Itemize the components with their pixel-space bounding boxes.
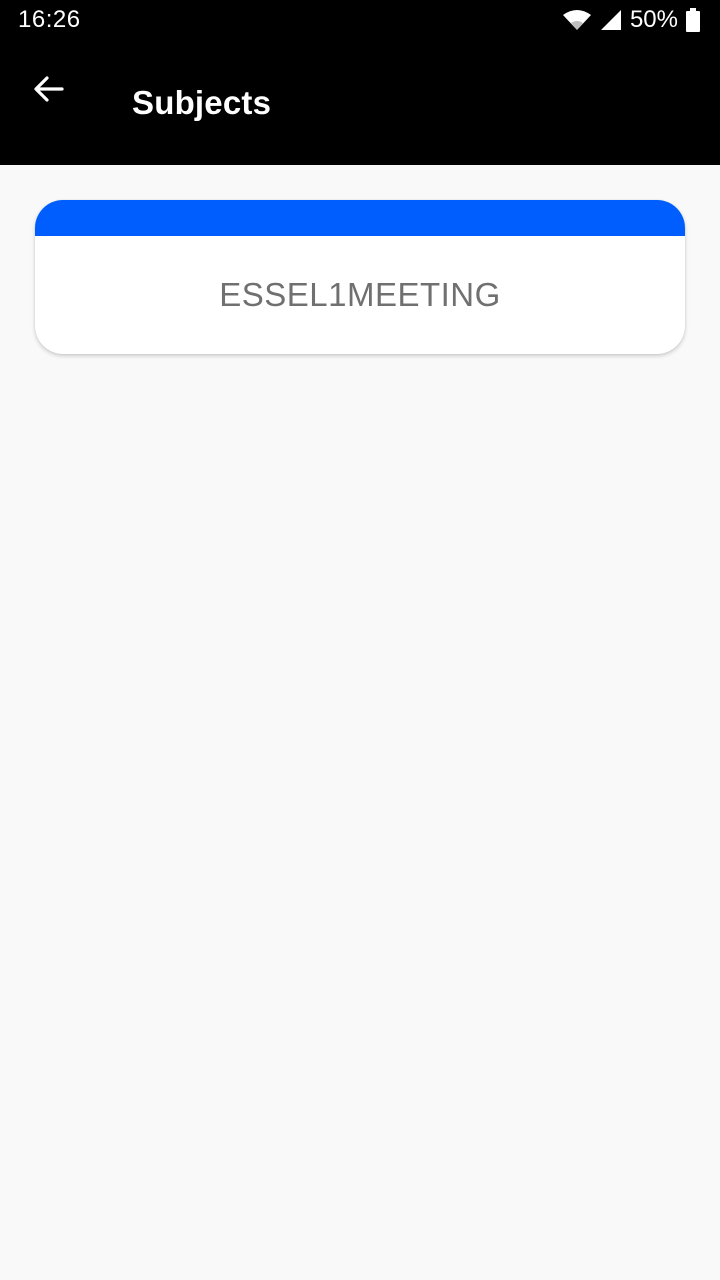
wifi-icon (562, 9, 592, 31)
status-time: 16:26 (18, 6, 81, 33)
status-bar: 16:26 50% (0, 0, 720, 40)
cellular-signal-icon (600, 9, 622, 31)
subjects-list: ESSEL1MEETING (0, 165, 720, 1280)
arrow-left-icon (34, 75, 64, 107)
subject-card[interactable]: ESSEL1MEETING (35, 200, 685, 354)
app-bar: Subjects (0, 40, 720, 165)
battery-icon (686, 8, 700, 32)
page-title: Subjects (132, 84, 272, 121)
back-button[interactable] (20, 66, 78, 116)
card-accent-strip (35, 200, 685, 236)
battery-percentage: 50% (629, 6, 678, 33)
status-icons: 50% (562, 6, 700, 34)
subject-label: ESSEL1MEETING (219, 276, 501, 313)
